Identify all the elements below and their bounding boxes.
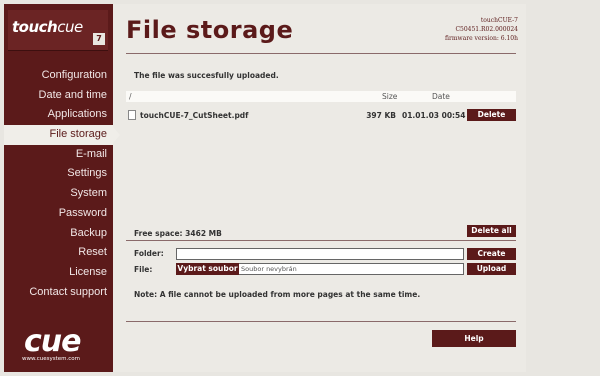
help-button[interactable]: Help xyxy=(432,330,516,347)
firmware-version: firmware version: 6.10h xyxy=(444,35,518,42)
free-space: Free space: 3462 MB xyxy=(134,229,222,238)
logo-main: touch xyxy=(12,18,58,36)
device-name: touchCUE-7 xyxy=(480,17,518,24)
file-name-link[interactable]: touchCUE-7_CutSheet.pdf xyxy=(140,111,248,120)
cue-url: www.cuesystem.com xyxy=(22,356,81,362)
header-divider xyxy=(126,53,516,54)
sidebar-item-applications[interactable]: Applications xyxy=(4,105,113,125)
main-content: File storage touchCUE-7 C50451.R02.00002… xyxy=(113,4,526,372)
file-size: 397 KB xyxy=(366,111,396,120)
path-label: / xyxy=(129,92,132,101)
upload-button[interactable]: Upload xyxy=(467,263,516,275)
sidebar: touchcue 7 Configuration Date and time A… xyxy=(4,4,120,372)
delete-button[interactable]: Delete xyxy=(467,109,516,121)
sidebar-item-password[interactable]: Password xyxy=(4,204,113,224)
delete-all-button[interactable]: Delete all xyxy=(467,225,516,237)
folder-label: Folder: xyxy=(134,249,164,258)
folder-input[interactable] xyxy=(176,248,464,260)
create-button[interactable]: Create xyxy=(467,248,516,260)
column-size: Size xyxy=(382,92,398,101)
footer-divider xyxy=(126,321,516,322)
sidebar-nav: Configuration Date and time Applications… xyxy=(4,66,120,303)
file-icon xyxy=(128,110,136,120)
sidebar-item-license[interactable]: License xyxy=(4,263,113,283)
section-divider xyxy=(126,240,516,241)
column-date: Date xyxy=(432,92,450,101)
sidebar-item-system[interactable]: System xyxy=(4,184,113,204)
cue-logo: cue xyxy=(24,324,81,359)
file-input-status[interactable]: Soubor nevybrán xyxy=(239,263,464,275)
table-row: touchCUE-7_CutSheet.pdf 397 KB 01.01.03 … xyxy=(126,109,516,123)
sidebar-item-reset[interactable]: Reset xyxy=(4,243,113,263)
touchcue-logo: touchcue 7 xyxy=(8,10,108,51)
file-date: 01.01.03 00:54 xyxy=(402,111,466,120)
choose-file-button[interactable]: Vybrat soubor xyxy=(176,263,239,275)
device-info: touchCUE-7 C50451.R02.000024 firmware ve… xyxy=(445,16,518,43)
file-table-header: / Size Date xyxy=(126,91,516,102)
app-frame: touchcue 7 Configuration Date and time A… xyxy=(4,4,526,372)
sidebar-item-date-and-time[interactable]: Date and time xyxy=(4,86,113,106)
sidebar-item-configuration[interactable]: Configuration xyxy=(4,66,113,86)
page-title: File storage xyxy=(126,16,294,44)
sidebar-item-settings[interactable]: Settings xyxy=(4,164,113,184)
status-message: The file was succesfully uploaded. xyxy=(134,71,279,80)
file-label: File: xyxy=(134,265,153,274)
logo-suffix: cue xyxy=(57,18,83,36)
sidebar-item-contact-support[interactable]: Contact support xyxy=(4,283,113,303)
device-serial: C50451.R02.000024 xyxy=(455,26,518,33)
sidebar-item-file-storage[interactable]: File storage xyxy=(4,125,120,145)
logo-version: 7 xyxy=(93,33,105,45)
upload-note: Note: A file cannot be uploaded from mor… xyxy=(134,290,421,299)
sidebar-item-backup[interactable]: Backup xyxy=(4,224,113,244)
sidebar-item-email[interactable]: E-mail xyxy=(4,145,113,165)
